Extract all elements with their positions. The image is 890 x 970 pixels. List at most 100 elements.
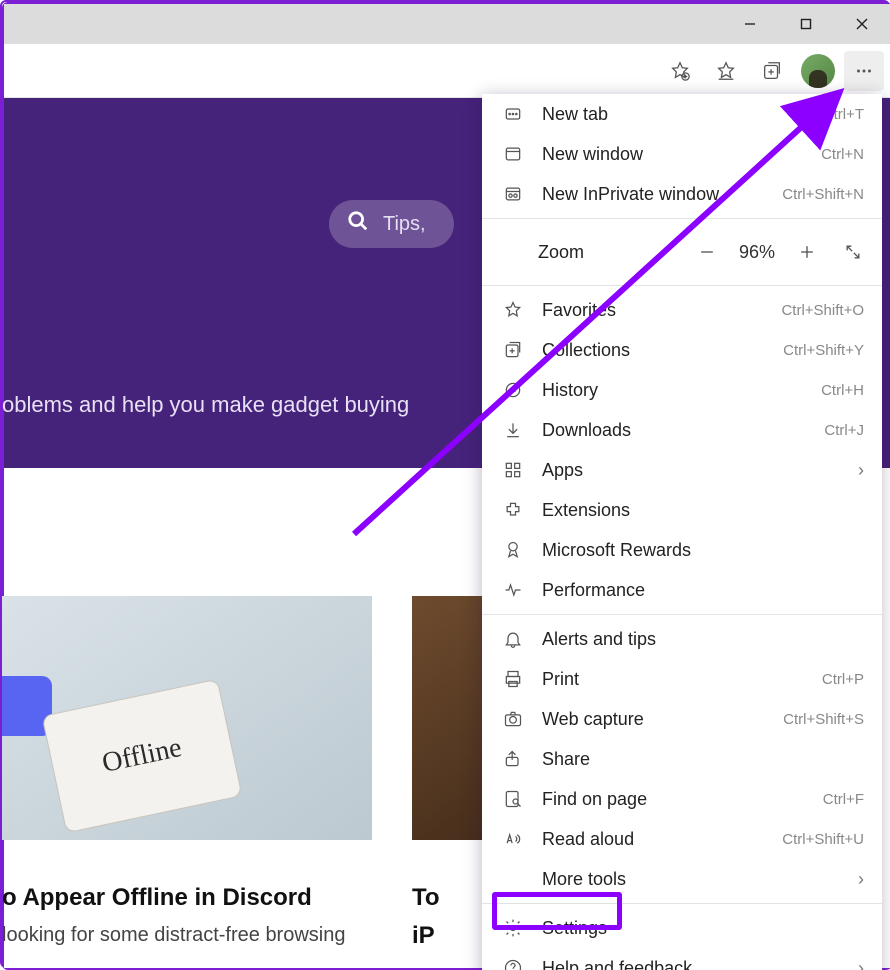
avatar <box>801 54 835 88</box>
menu-read-aloud[interactable]: Read aloud Ctrl+Shift+U <box>482 819 882 859</box>
new-window-icon <box>502 143 524 165</box>
menu-label: Settings <box>542 918 864 939</box>
menu-extensions[interactable]: Extensions <box>482 490 882 530</box>
maximize-button[interactable] <box>778 4 834 44</box>
menu-separator <box>482 285 882 286</box>
menu-shortcut: Ctrl+Shift+S <box>783 711 864 728</box>
menu-zoom: Zoom 96% <box>482 223 882 281</box>
extensions-icon <box>502 499 524 521</box>
add-favorite-button[interactable] <box>660 51 700 91</box>
article1-title[interactable]: o Appear Offline in Discord <box>2 884 312 912</box>
menu-downloads[interactable]: Downloads Ctrl+J <box>482 410 882 450</box>
menu-label: Favorites <box>542 300 781 321</box>
menu-label: Share <box>542 749 864 770</box>
find-icon <box>502 788 524 810</box>
download-icon <box>502 419 524 441</box>
collections-button[interactable] <box>752 51 792 91</box>
menu-label: New InPrivate window <box>542 184 782 205</box>
collections-icon <box>502 339 524 361</box>
chevron-right-icon: › <box>858 460 864 481</box>
chevron-right-icon: › <box>858 958 864 970</box>
menu-shortcut: Ctrl+T <box>823 106 864 123</box>
menu-rewards[interactable]: Microsoft Rewards <box>482 530 882 570</box>
menu-shortcut: Ctrl+N <box>821 146 864 163</box>
zoom-out-button[interactable] <box>684 232 730 272</box>
search-icon <box>347 210 369 238</box>
inprivate-icon <box>502 183 524 205</box>
menu-label: Help and feedback <box>542 958 858 970</box>
menu-performance[interactable]: Performance <box>482 570 882 610</box>
article2-title-a[interactable]: To <box>412 884 440 912</box>
menu-label: History <box>542 380 821 401</box>
menu-label: More tools <box>542 869 858 890</box>
search-placeholder: Tips, <box>383 213 426 236</box>
menu-label: Performance <box>542 580 864 601</box>
menu-shortcut: Ctrl+Shift+Y <box>783 342 864 359</box>
profile-button[interactable] <box>798 51 838 91</box>
menu-apps[interactable]: Apps › <box>482 450 882 490</box>
window-titlebar <box>4 4 890 44</box>
menu-share[interactable]: Share <box>482 739 882 779</box>
rewards-icon <box>502 539 524 561</box>
favorites-button[interactable] <box>706 51 746 91</box>
menu-label: Print <box>542 669 822 690</box>
hero-tagline: oblems and help you make gadget buying <box>2 392 409 418</box>
new-tab-icon <box>502 103 524 125</box>
apps-icon <box>502 459 524 481</box>
menu-label: Web capture <box>542 709 783 730</box>
menu-label: Downloads <box>542 420 824 441</box>
menu-new-inprivate[interactable]: New InPrivate window Ctrl+Shift+N <box>482 174 882 214</box>
menu-separator <box>482 218 882 219</box>
menu-web-capture[interactable]: Web capture Ctrl+Shift+S <box>482 699 882 739</box>
menu-separator <box>482 614 882 615</box>
menu-alerts[interactable]: Alerts and tips <box>482 619 882 659</box>
help-icon <box>502 957 524 970</box>
menu-label: Extensions <box>542 500 864 521</box>
browser-toolbar <box>4 44 890 98</box>
menu-label: Microsoft Rewards <box>542 540 864 561</box>
minimize-button[interactable] <box>722 4 778 44</box>
read-aloud-icon <box>502 828 524 850</box>
menu-shortcut: Ctrl+J <box>824 422 864 439</box>
menu-collections[interactable]: Collections Ctrl+Shift+Y <box>482 330 882 370</box>
menu-new-tab[interactable]: New tab Ctrl+T <box>482 94 882 134</box>
bell-icon <box>502 628 524 650</box>
menu-help[interactable]: Help and feedback › <box>482 948 882 970</box>
close-button[interactable] <box>834 4 890 44</box>
menu-print[interactable]: Print Ctrl+P <box>482 659 882 699</box>
chevron-right-icon: › <box>858 869 864 890</box>
star-icon <box>502 299 524 321</box>
menu-label: Find on page <box>542 789 823 810</box>
menu-shortcut: Ctrl+F <box>823 791 864 808</box>
menu-settings[interactable]: Settings <box>482 908 882 948</box>
article2-sub[interactable]: iP <box>412 922 435 950</box>
zoom-value: 96% <box>730 242 784 263</box>
menu-shortcut: Ctrl+H <box>821 382 864 399</box>
more-button[interactable] <box>844 51 884 91</box>
menu-label: Collections <box>542 340 783 361</box>
camera-icon <box>502 708 524 730</box>
share-icon <box>502 748 524 770</box>
menu-label: Read aloud <box>542 829 782 850</box>
print-icon <box>502 668 524 690</box>
menu-history[interactable]: History Ctrl+H <box>482 370 882 410</box>
zoom-in-button[interactable] <box>784 232 830 272</box>
article1-thumb[interactable]: Offline <box>2 596 372 840</box>
performance-icon <box>502 579 524 601</box>
history-icon <box>502 379 524 401</box>
menu-shortcut: Ctrl+Shift+U <box>782 831 864 848</box>
menu-favorites[interactable]: Favorites Ctrl+Shift+O <box>482 290 882 330</box>
menu-find[interactable]: Find on page Ctrl+F <box>482 779 882 819</box>
article1-sub: looking for some distract-free browsing <box>2 924 345 947</box>
menu-shortcut: Ctrl+Shift+N <box>782 186 864 203</box>
menu-new-window[interactable]: New window Ctrl+N <box>482 134 882 174</box>
site-search[interactable]: Tips, <box>329 200 454 248</box>
menu-label: Alerts and tips <box>542 629 864 650</box>
menu-separator <box>482 903 882 904</box>
menu-label: Apps <box>542 460 858 481</box>
menu-more-tools[interactable]: More tools › <box>482 859 882 899</box>
menu-label: New tab <box>542 104 823 125</box>
fullscreen-button[interactable] <box>830 232 876 272</box>
keyboard-key: Offline <box>41 679 242 834</box>
gear-icon <box>502 917 524 939</box>
